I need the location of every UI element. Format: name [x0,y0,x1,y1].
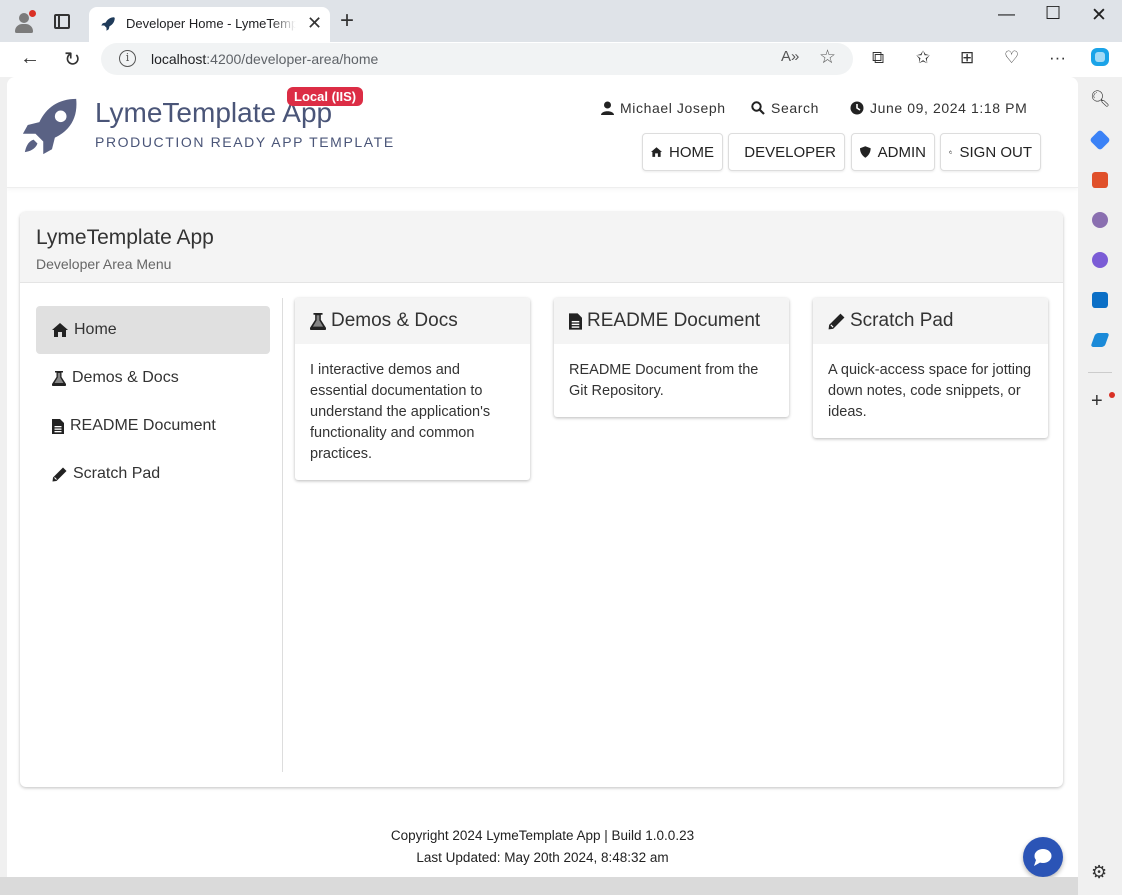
address-bar[interactable]: i localhost:4200/developer-area/home A» … [101,43,853,75]
menu-item-readme[interactable]: README Document [36,402,270,450]
search-icon [751,101,765,115]
card-title: LymeTemplate App [36,226,214,249]
more-options-icon[interactable]: ··· [1049,48,1066,68]
refresh-icon[interactable]: ↻ [64,47,81,72]
home-nav-button[interactable]: HOME [642,133,723,171]
minimize-icon[interactable]: — [998,4,1015,24]
tab-actions-icon[interactable] [54,14,70,29]
app-tagline: PRODUCTION READY APP TEMPLATE [95,134,395,150]
copilot-icon[interactable] [1089,46,1111,73]
new-tab-icon[interactable]: + [340,7,354,35]
browser-toolbar: ← ↻ i localhost:4200/developer-area/home… [0,42,1122,77]
power-icon [949,150,953,154]
favorites-icon[interactable]: ✩ [916,48,930,68]
tile-readme[interactable]: README Document README Document from the… [554,298,789,417]
chat-bubble-icon [1034,849,1052,866]
tile-header: Demos & Docs [295,298,530,344]
card-header: LymeTemplate App Developer Area Menu [20,212,1063,283]
flask-icon [310,312,326,330]
rocket-favicon-icon [101,17,115,31]
browser-titlebar: Developer Home - LymeTemplate App ✕ + — … [0,0,1122,42]
home-icon [651,147,662,157]
footer-last-updated: Last Updated: May 20th 2024, 8:48:32 am [416,850,669,865]
tile-body: A quick-access space for jotting down no… [828,362,1032,420]
sidebar-add-icon[interactable]: + [1091,390,1115,413]
shield-icon [860,146,871,158]
sidebar-search-icon[interactable]: 🔍︎ [1090,89,1110,109]
profile-icon[interactable] [12,10,36,34]
tile-demos-docs[interactable]: Demos & Docs I interactive demos and ess… [295,298,530,480]
document-icon [569,312,582,330]
user-icon [601,101,614,115]
tile-header: README Document [554,298,789,344]
sidebar-outlook-icon[interactable] [1092,292,1108,308]
card-subtitle: Developer Area Menu [36,256,172,272]
sign-out-nav-button[interactable]: SIGN OUT [940,133,1041,171]
chat-button[interactable] [1023,837,1063,877]
tile-header: Scratch Pad [813,298,1048,344]
browser-bottom-bar [0,877,1078,895]
sidebar-shopping-icon[interactable] [1089,129,1111,151]
sidebar-office-icon[interactable] [1092,252,1108,268]
maximize-icon[interactable]: ☐ [1045,3,1061,24]
browser-tab[interactable]: Developer Home - LymeTemplate App ✕ [89,7,330,42]
pencil-icon [52,467,67,481]
search-label: Search [771,100,819,116]
tab-title: Developer Home - LymeTemplate App [126,16,296,31]
developer-nav-button[interactable]: DEVELOPER [728,133,845,171]
close-tab-icon[interactable]: ✕ [307,13,322,34]
footer-copyright: Copyright 2024 LymeTemplate App | Build … [390,828,695,843]
collections-icon[interactable]: ⊞ [960,48,974,68]
flask-icon [52,370,66,386]
menu-item-demos-docs[interactable]: Demos & Docs [36,354,270,402]
datetime-text: June 09, 2024 1:18 PM [870,100,1028,116]
app-header: LymeTemplate App Local (IIS) PRODUCTION … [7,77,1078,188]
web-page: LymeTemplate App Local (IIS) PRODUCTION … [7,77,1078,877]
close-window-icon[interactable]: ✕ [1091,4,1107,27]
menu-item-scratch-pad[interactable]: Scratch Pad [36,450,270,498]
environment-badge: Local (IIS) [287,87,364,106]
site-info-icon[interactable]: i [119,50,136,67]
tile-body: README Document from the Git Repository. [569,362,759,399]
user-profile-link[interactable]: Michael Joseph [601,100,726,116]
home-icon [52,323,68,337]
datetime-display: June 09, 2024 1:18 PM [850,100,1027,116]
sidebar-games-icon[interactable] [1092,212,1108,228]
back-arrow-icon[interactable]: ← [20,47,40,70]
split-screen-icon[interactable]: ⧉ [872,48,884,68]
user-name: Michael Joseph [620,100,726,116]
sidebar-settings-gear-icon[interactable]: ⚙ [1091,862,1107,883]
clock-icon [850,101,864,115]
sidebar-tools-icon[interactable] [1092,172,1108,188]
admin-nav-button[interactable]: ADMIN [851,133,935,171]
sidebar-send-icon[interactable] [1090,333,1110,347]
pencil-icon [828,313,845,329]
menu-divider [282,298,283,772]
menu-item-home[interactable]: Home [36,306,270,354]
favorite-star-icon[interactable]: ☆ [819,46,836,69]
rocket-logo-icon [22,98,77,155]
browser-sidebar: 🔍︎ + ⚙ [1078,77,1122,895]
read-aloud-icon[interactable]: A» [781,48,799,65]
sidebar-divider [1088,372,1112,373]
search-link[interactable]: Search [751,100,819,116]
url-text: localhost:4200/developer-area/home [151,51,379,67]
developer-area-card: LymeTemplate App Developer Area Menu Hom… [20,212,1063,787]
document-icon [52,418,64,434]
tile-body: I interactive demos and essential docume… [310,362,491,462]
tile-scratch-pad[interactable]: Scratch Pad A quick-access space for jot… [813,298,1048,438]
browser-essentials-icon[interactable]: ♡ [1004,48,1019,68]
